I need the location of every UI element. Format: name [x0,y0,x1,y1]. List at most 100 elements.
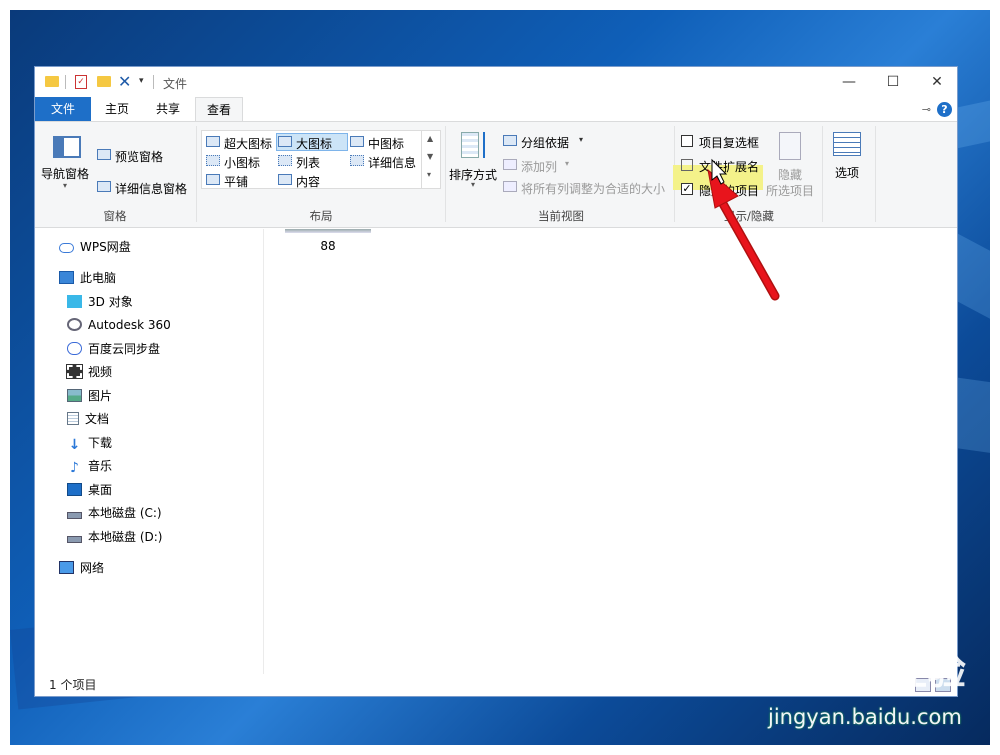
details-pane-label: 详细信息窗格 [115,182,188,196]
file-explorer-window: ✓ ✕ ▾ 文件 — ☐ ✕ 文件 主页 共享 查看 ⊸ ? 导航窗格 ▾ 预览… [34,66,958,697]
nav-item-drive-c[interactable]: 本地磁盘 (C:) [67,503,162,523]
item-checkboxes-label: 项目复选框 [699,136,760,150]
nav-item-downloads[interactable]: ↓ 下载 [67,433,112,453]
nav-pane-label: 导航窗格 [41,167,90,181]
fit-columns-icon [503,181,517,192]
layout-details[interactable]: 详细信息 [350,152,422,170]
layout-small-icons[interactable]: 小图标 [206,152,276,170]
layout-medium-icons[interactable]: 中图标 [350,133,420,151]
hide-selected-label: 隐藏 [778,168,803,182]
chevron-down-icon[interactable]: ▼ [427,152,433,161]
file-item[interactable]: 88 [283,229,373,259]
hidden-items-option[interactable]: ✓ 隐藏的项目 [679,180,769,198]
music-icon: ♪ [70,460,79,476]
tab-home[interactable]: 主页 [95,97,139,121]
add-columns-button[interactable]: 添加列 ▾ [503,156,583,174]
tab-view[interactable]: 查看 [195,97,243,121]
nav-item-autodesk-360[interactable]: Autodesk 360 [67,315,171,335]
fit-columns-button[interactable]: 将所有列调整为合适的大小 [503,178,673,196]
nav-item-wps-cloud[interactable]: WPS网盘 [59,237,131,257]
nav-item-desktop[interactable]: 桌面 [67,480,112,500]
item-checkboxes-option[interactable]: 项目复选框 [679,132,769,150]
list-icon [278,155,292,166]
drive-c-icon [67,512,82,519]
nav-item-label: 下载 [88,436,113,450]
nav-item-3d-objects[interactable]: 3D 对象 [67,292,133,312]
toolbar-divider [153,75,154,89]
nav-item-music[interactable]: ♪ 音乐 [67,456,112,476]
layout-content[interactable]: 内容 [278,171,348,189]
layout-item-label: 平铺 [224,175,249,189]
item-count: 1 个项目 [49,678,97,692]
layout-item-label: 列表 [296,156,321,170]
tab-file[interactable]: 文件 [35,97,91,121]
small-icons-icon [206,155,220,166]
layout-gallery: 超大图标 大图标 中图标 小图标 列表 详细信息 平铺 内容 [201,130,441,189]
nav-item-pictures[interactable]: 图片 [67,386,112,406]
nav-item-label: 网络 [80,561,105,575]
nav-item-videos[interactable]: 视频 [66,362,113,382]
layout-item-label: 详细信息 [368,156,417,170]
autodesk-icon [67,318,82,331]
group-by-button[interactable]: 分组依据 ▾ [503,132,593,150]
fit-columns-label: 将所有列调整为合适的大小 [521,182,666,196]
hidden-items-checkbox[interactable]: ✓ [681,183,693,195]
large-icons-icon [278,136,292,147]
layout-extra-large-icons[interactable]: 超大图标 [206,133,276,151]
help-icon[interactable]: ? [937,102,952,117]
tab-share[interactable]: 共享 [145,97,191,121]
baidu-cloud-icon [67,342,82,355]
nav-item-baidu-sync[interactable]: 百度云同步盘 [67,339,160,359]
nav-item-this-pc[interactable]: 此电脑 [59,268,116,288]
properties-icon[interactable]: ✓ [75,75,87,89]
file-extensions-option[interactable]: 文件扩展名 [679,156,769,174]
navigation-pane: WPS网盘 此电脑 3D 对象 Autodesk 360 百度云同步盘 视频 图… [35,229,264,674]
maximize-button[interactable]: ☐ [871,67,915,97]
folder-icon [45,76,59,87]
group-divider [875,126,876,222]
sort-icon [461,132,489,158]
ribbon-tabs: 文件 主页 共享 查看 [35,97,957,121]
window-title: 文件 [163,77,188,91]
nav-item-label: 音乐 [88,459,113,473]
options-button[interactable]: 选项 [827,132,871,192]
layout-large-icons[interactable]: 大图标 [278,133,348,151]
layout-item-label: 超大图标 [224,137,273,151]
picture-icon [67,389,82,402]
nav-item-drive-d[interactable]: 本地磁盘 (D:) [67,527,162,547]
nav-item-label: 视频 [88,365,113,379]
expand-gallery-icon[interactable]: ▾ [427,170,431,179]
layout-gallery-scroll[interactable]: ▲ ▼ ▾ [421,130,441,189]
group-label-current-view: 当前视图 [538,209,584,223]
file-extensions-checkbox[interactable] [681,159,693,171]
tiles-icon [206,174,220,185]
nav-item-label: 文档 [85,412,110,426]
title-bar: ✓ ✕ ▾ 文件 — ☐ ✕ [35,67,957,97]
details-pane-button[interactable]: 详细信息窗格 [95,178,195,196]
layout-list[interactable]: 列表 [278,152,348,170]
extra-large-icons-icon [206,136,220,147]
watermark-url: jingyan.baidu.com [768,705,962,729]
chevron-up-icon[interactable]: ▲ [427,134,433,143]
preview-pane-button[interactable]: 预览窗格 [95,146,195,164]
nav-item-label: 本地磁盘 (C:) [88,506,162,520]
new-folder-icon[interactable] [97,76,111,87]
customize-toolbar-icon[interactable]: ▾ [139,76,144,92]
nav-item-label: WPS网盘 [80,240,131,254]
minimize-button[interactable]: — [827,67,871,97]
sort-by-button[interactable]: 排序方式 ▾ [449,128,501,200]
nav-item-network[interactable]: 网络 [59,558,104,578]
delete-icon[interactable]: ✕ [118,72,131,91]
pin-ribbon-icon[interactable]: ⊸ [922,103,931,116]
layout-item-label: 大图标 [296,137,333,151]
medium-icons-icon [350,136,364,147]
nav-pane-button[interactable]: 导航窗格 ▾ [39,132,95,202]
nav-item-documents[interactable]: 文档 [67,409,109,429]
group-label-show-hide: 显示/隐藏 [724,209,774,223]
ribbon-view: 导航窗格 ▾ 预览窗格 详细信息窗格 窗格 超大图标 大图标 中图标 小图标 列… [35,121,957,228]
download-icon: ↓ [68,437,81,453]
close-button[interactable]: ✕ [915,67,959,97]
item-checkboxes-checkbox[interactable] [681,135,693,147]
hide-selected-button[interactable]: 隐藏 所选项目 [763,130,819,202]
layout-tiles[interactable]: 平铺 [206,171,276,189]
